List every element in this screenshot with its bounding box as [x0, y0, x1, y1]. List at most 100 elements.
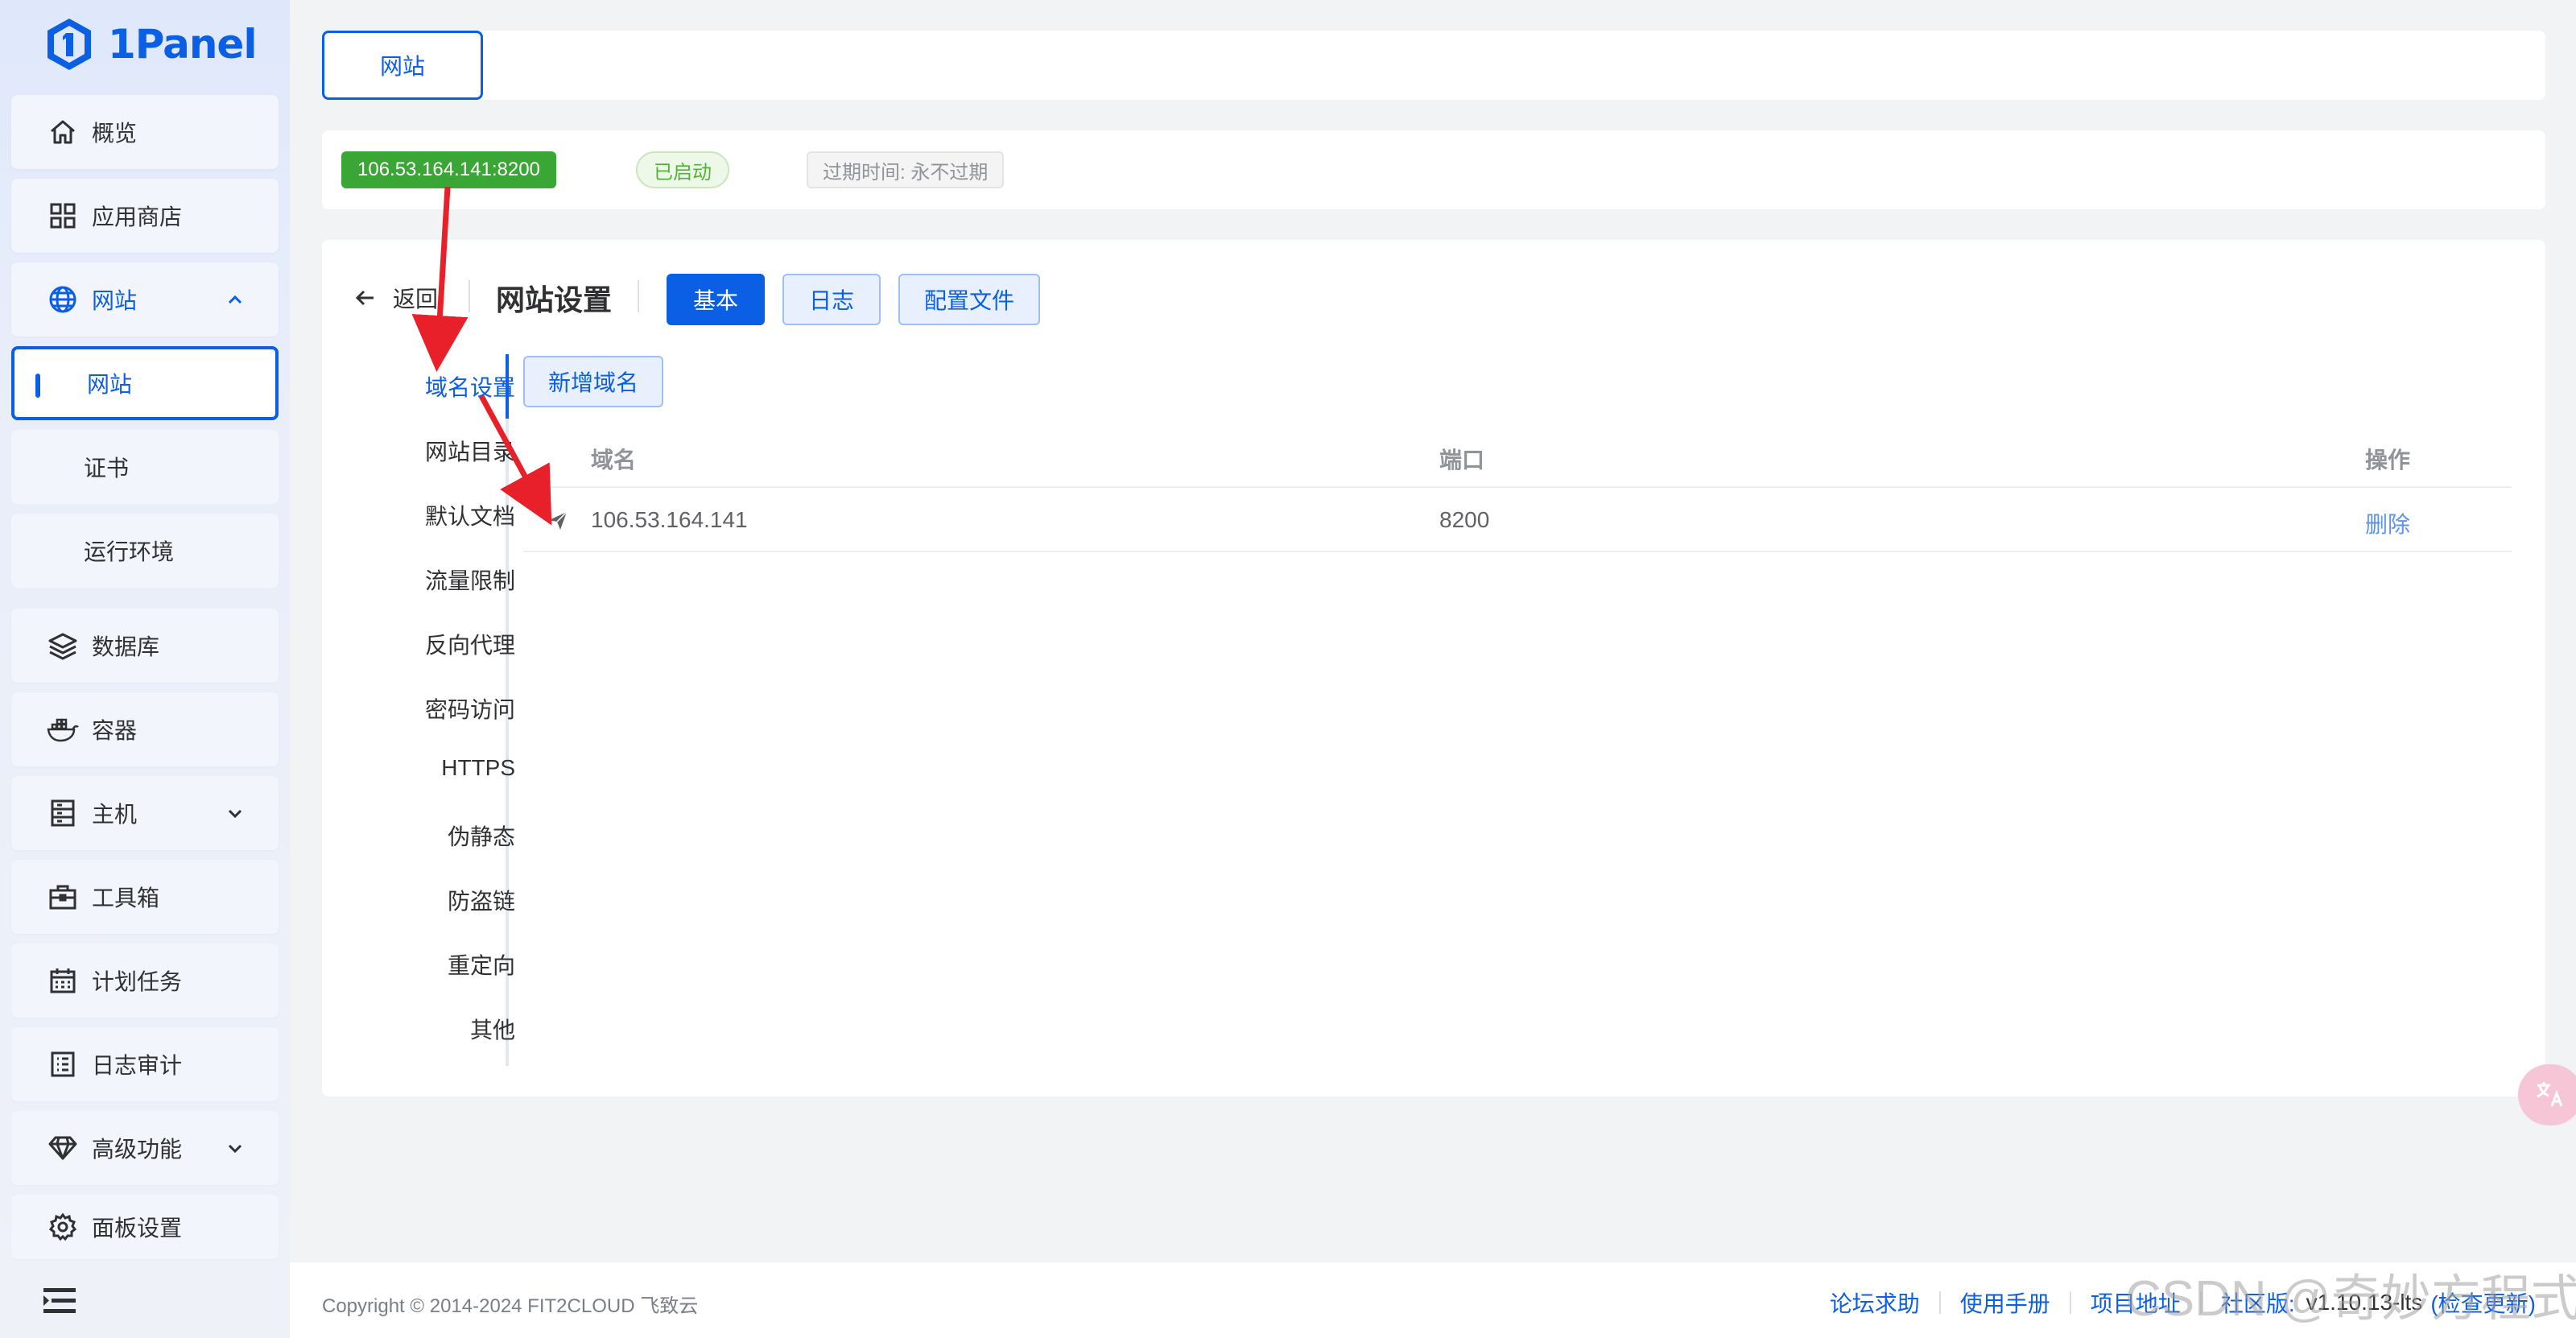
selected-indicator — [35, 374, 40, 398]
status-badge: 已启动 — [636, 151, 729, 188]
page-title: 网站设置 — [496, 283, 613, 316]
back-button[interactable]: 返回 — [354, 282, 438, 314]
check-update-link[interactable]: (检查更新) — [2430, 1286, 2536, 1319]
logo-text: 1Panel — [108, 21, 257, 68]
docker-icon — [47, 713, 79, 745]
calendar-icon — [47, 964, 79, 997]
sidebar-item-label: 证书 — [84, 456, 130, 481]
copyright-text: Copyright © 2014-2024 FIT2CLOUD 飞致云 — [322, 1295, 699, 1317]
back-label: 返回 — [393, 287, 439, 312]
delete-domain-link[interactable]: 删除 — [2365, 507, 2410, 539]
tab-website[interactable]: 网站 — [322, 31, 483, 100]
sidebar-item-log-audit[interactable]: 日志审计 — [11, 1027, 279, 1101]
sidebar-item-label: 工具箱 — [92, 886, 160, 911]
column-header-action: 操作 — [2365, 448, 2411, 473]
chevron-down-icon — [228, 1144, 242, 1154]
sidebar-subitem-runtime[interactable]: 运行环境 — [11, 514, 279, 588]
project-link[interactable]: 项目地址 — [2091, 1286, 2181, 1319]
sidebar-item-panel-settings[interactable]: 面板设置 — [11, 1195, 279, 1259]
submenu-rewrite[interactable]: 伪静态 — [448, 820, 515, 852]
sidebar-item-label: 运行环境 — [84, 539, 175, 564]
sidebar-item-label: 面板设置 — [92, 1216, 183, 1241]
home-icon — [47, 116, 79, 148]
sidebar-item-host[interactable]: 主机 — [11, 776, 279, 850]
sidebar-item-label: 应用商店 — [92, 204, 183, 229]
divider — [2069, 1291, 2071, 1314]
send-icon[interactable] — [547, 510, 568, 531]
forum-link[interactable]: 论坛求助 — [1830, 1286, 1920, 1319]
tab-log[interactable]: 日志 — [782, 274, 881, 325]
footer-links: 论坛求助 使用手册 项目地址 社区版: v1.10.13-lts (检查更新) — [1830, 1286, 2536, 1319]
globe-icon — [47, 283, 79, 316]
submenu-https[interactable]: HTTPS — [441, 755, 515, 781]
sidebar-subitem-certificate[interactable]: 证书 — [11, 430, 279, 504]
submenu-reverse-proxy[interactable]: 反向代理 — [425, 628, 515, 660]
website-status-bar: 106.53.164.141:8200 已启动 过期时间: 永不过期 — [322, 130, 2545, 209]
submenu-anti-leech[interactable]: 防盗链 — [448, 884, 515, 916]
divider — [638, 280, 639, 312]
tab-config-file[interactable]: 配置文件 — [898, 274, 1040, 325]
port-cell: 8200 — [1439, 507, 1490, 532]
sidebar-item-label: 日志审计 — [92, 1053, 183, 1078]
tab-basic[interactable]: 基本 — [667, 274, 765, 325]
website-settings-panel: 返回 网站设置 基本 日志 配置文件 域名设置 网站目录 默认文档 流量限制 反… — [322, 240, 2545, 1096]
column-header-port: 端口 — [1439, 448, 1485, 473]
submenu-redirect[interactable]: 重定向 — [448, 948, 515, 981]
domain-table: 域名 端口 操作 106.53.164.141 8200 删除 — [523, 423, 2512, 552]
chevron-up-icon — [228, 295, 242, 304]
column-header-domain: 域名 — [591, 448, 637, 473]
version-text: v1.10.13-lts — [2306, 1290, 2423, 1315]
submenu-other[interactable]: 其他 — [470, 1013, 515, 1045]
submenu-rate-limit[interactable]: 流量限制 — [425, 564, 515, 596]
gear-icon — [47, 1211, 79, 1243]
sidebar-item-database[interactable]: 数据库 — [11, 609, 279, 683]
divider — [2199, 1291, 2202, 1314]
sidebar-item-label: 概览 — [92, 121, 138, 146]
sidebar: 1Panel 概览 应用商店 网站 网站 证书 运行环境 数据库 容器 主机 工… — [0, 0, 290, 1338]
sidebar-subitem-website[interactable]: 网站 — [11, 346, 279, 420]
divider — [1938, 1291, 1941, 1314]
edition-label: 社区版: — [2220, 1291, 2295, 1316]
submenu-default-document[interactable]: 默认文档 — [425, 499, 515, 531]
sidebar-item-label: 主机 — [92, 802, 138, 827]
database-layers-icon — [47, 630, 79, 662]
sidebar-item-overview[interactable]: 概览 — [11, 95, 279, 169]
server-icon — [47, 797, 79, 829]
domain-cell: 106.53.164.141 — [591, 507, 748, 532]
manual-link[interactable]: 使用手册 — [1960, 1286, 2050, 1319]
sidebar-item-label: 网站 — [92, 288, 138, 313]
table-header: 域名 端口 操作 — [523, 423, 2512, 488]
divider — [469, 280, 470, 312]
route-tab-bar: 网站 — [322, 31, 2545, 100]
translate-icon — [2537, 1082, 2563, 1107]
sidebar-item-label: 高级功能 — [92, 1137, 183, 1162]
add-domain-button[interactable]: 新增域名 — [523, 356, 663, 407]
submenu-password-access[interactable]: 密码访问 — [425, 692, 515, 725]
app-logo[interactable]: 1Panel — [45, 16, 257, 72]
table-row: 106.53.164.141 8200 删除 — [523, 488, 2512, 552]
chevron-down-icon — [228, 809, 242, 819]
expire-time-tag: 过期时间: 永不过期 — [807, 151, 1005, 188]
sidebar-item-label: 网站 — [87, 372, 133, 397]
translate-button[interactable] — [2518, 1064, 2576, 1125]
sidebar-item-website[interactable]: 网站 — [11, 262, 279, 337]
diamond-icon — [47, 1132, 79, 1164]
apps-grid-icon — [47, 200, 79, 232]
footer: Copyright © 2014-2024 FIT2CLOUD 飞致云 论坛求助… — [290, 1261, 2576, 1338]
arrow-left-icon — [355, 290, 374, 306]
log-list-icon — [47, 1048, 79, 1080]
website-address-tag[interactable]: 106.53.164.141:8200 — [341, 151, 556, 188]
sidebar-item-cron[interactable]: 计划任务 — [11, 944, 279, 1018]
sidebar-item-label: 数据库 — [92, 634, 160, 659]
submenu-site-directory[interactable]: 网站目录 — [425, 435, 515, 467]
logo-icon — [47, 19, 91, 70]
submenu-domain-settings[interactable]: 域名设置 — [425, 370, 515, 403]
sidebar-item-label: 计划任务 — [92, 969, 183, 994]
sidebar-item-advanced[interactable]: 高级功能 — [11, 1111, 279, 1185]
collapse-menu-icon[interactable] — [42, 1285, 77, 1317]
sidebar-item-app-store[interactable]: 应用商店 — [11, 179, 279, 253]
sidebar-item-label: 容器 — [92, 718, 138, 743]
sidebar-item-container[interactable]: 容器 — [11, 692, 279, 766]
toolbox-icon — [47, 881, 79, 913]
sidebar-item-toolbox[interactable]: 工具箱 — [11, 860, 279, 934]
